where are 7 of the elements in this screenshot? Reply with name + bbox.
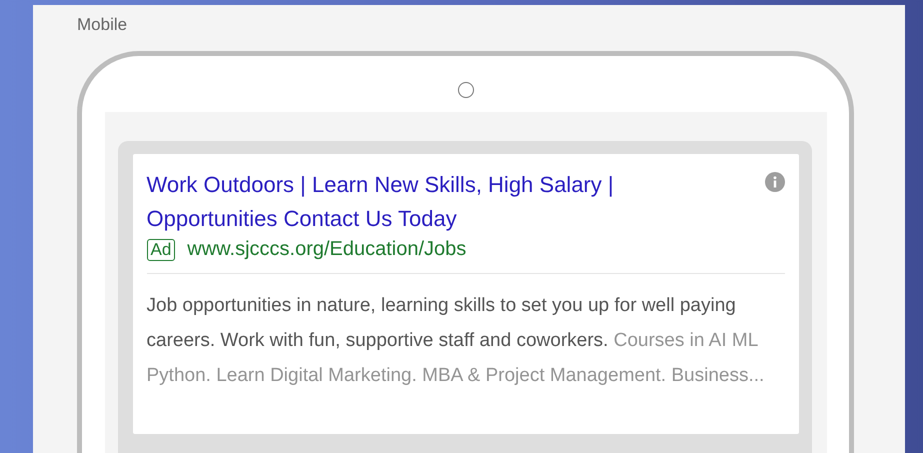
ad-description: Job opportunities in nature, learning skills to set you up for well paying careers. Work with fun, supportive staff and coworkers. Courses in AI ML Python. Learn Digital Marketing. MBA & Project Management. Business... — [146, 294, 766, 388]
section-label: Mobile — [77, 15, 128, 35]
camera-icon — [458, 82, 474, 98]
ad-url[interactable]: www.sjcccs.org/Education/Jobs — [187, 238, 466, 261]
ad-label: Ad — [146, 238, 176, 260]
info-icon[interactable] — [764, 172, 784, 192]
ad-headline[interactable]: Work Outdoors | Learn New Skills, High Salary | Opportunities Contact Us Today — [146, 168, 746, 236]
